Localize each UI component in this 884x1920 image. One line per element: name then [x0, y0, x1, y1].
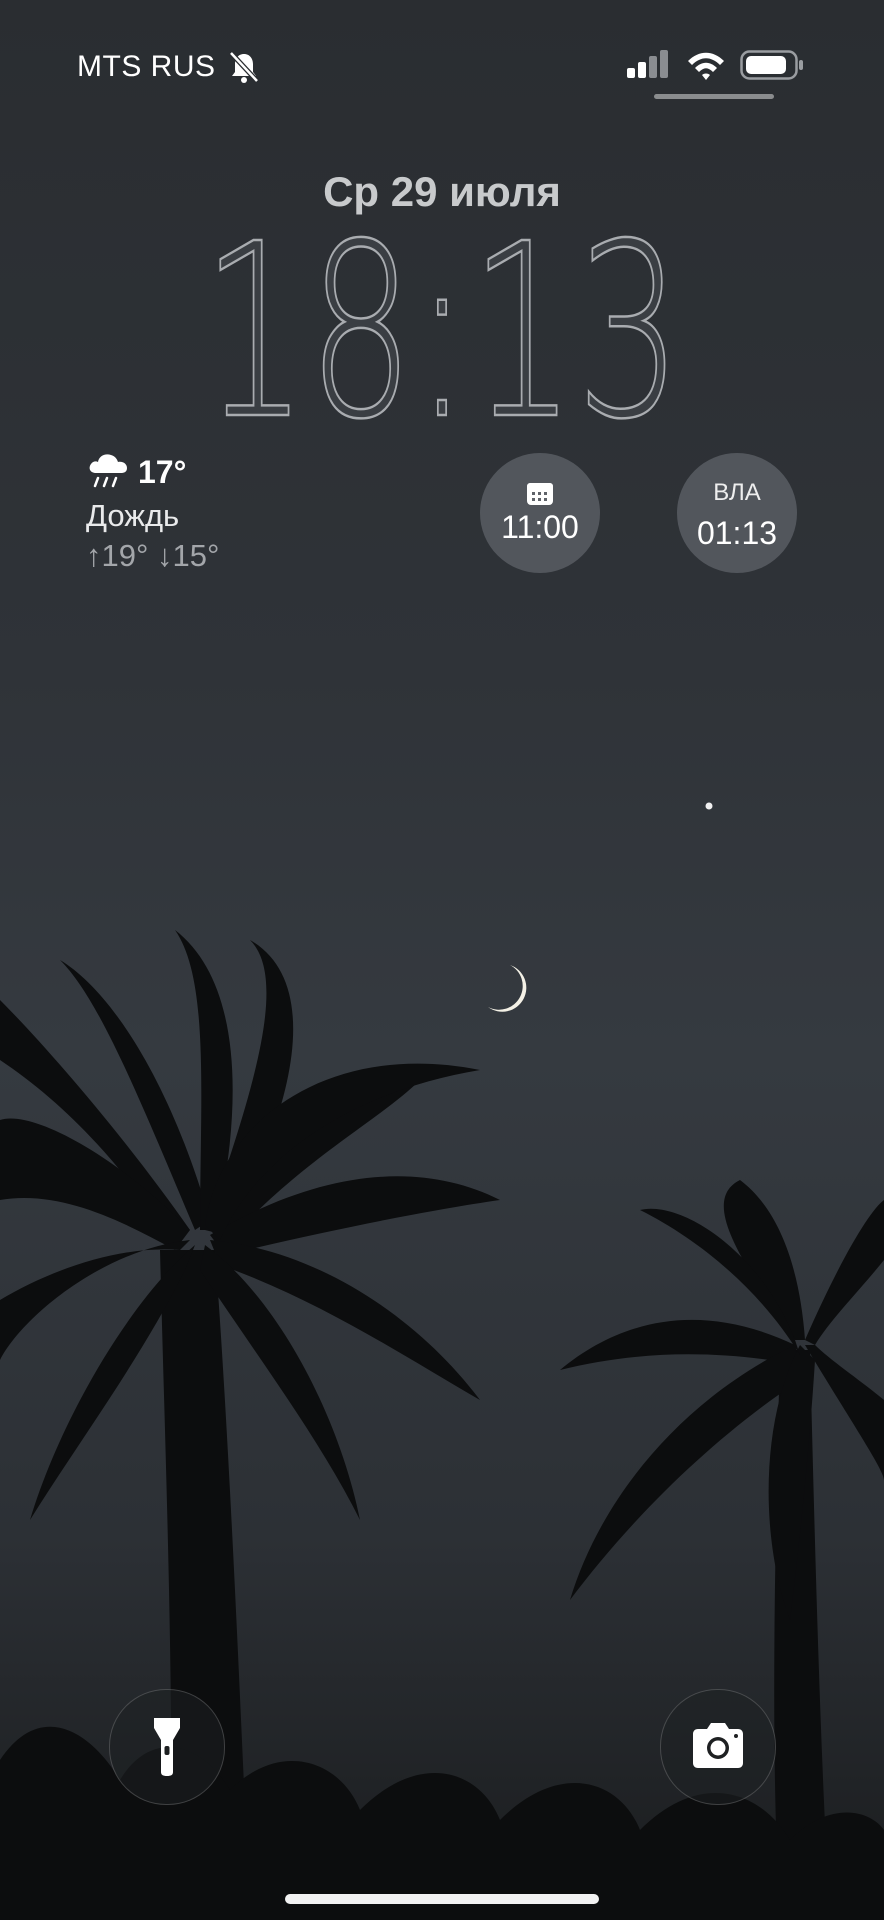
home-indicator[interactable]: [285, 1894, 599, 1904]
lock-time[interactable]: 18:13: [0, 220, 884, 430]
world-clock-city: ВЛА: [713, 479, 761, 506]
camera-icon: [693, 1723, 743, 1768]
star: [705, 802, 713, 810]
lock-time-text: 18:13: [202, 220, 682, 430]
status-indicator-bar: [654, 94, 774, 99]
carrier-name: MTS RUS: [77, 50, 216, 83]
weather-high-low: ↑19° ↓15°: [86, 538, 220, 573]
calendar-widget-time: 11:00: [501, 509, 579, 545]
camera-button[interactable]: [660, 1689, 776, 1805]
world-clock-time: 01:13: [696, 515, 778, 551]
wifi-icon: [688, 52, 724, 80]
cloud-rain-icon: [89, 454, 127, 488]
world-clock-widget[interactable]: ВЛА 01:13: [677, 453, 797, 573]
lock-date: Ср 29 июля: [323, 168, 561, 215]
bell-slash-icon: [229, 51, 259, 83]
calendar-icon: [527, 483, 553, 505]
crescent-moon: [488, 965, 527, 1012]
cellular-signal-icon: [627, 50, 668, 78]
battery-icon: [740, 50, 803, 80]
weather-condition: Дождь: [86, 498, 180, 533]
calendar-widget[interactable]: 11:00: [480, 453, 600, 573]
weather-temperature: 17°: [138, 454, 187, 490]
flashlight-icon: [154, 1718, 180, 1776]
flashlight-button[interactable]: [109, 1689, 225, 1805]
